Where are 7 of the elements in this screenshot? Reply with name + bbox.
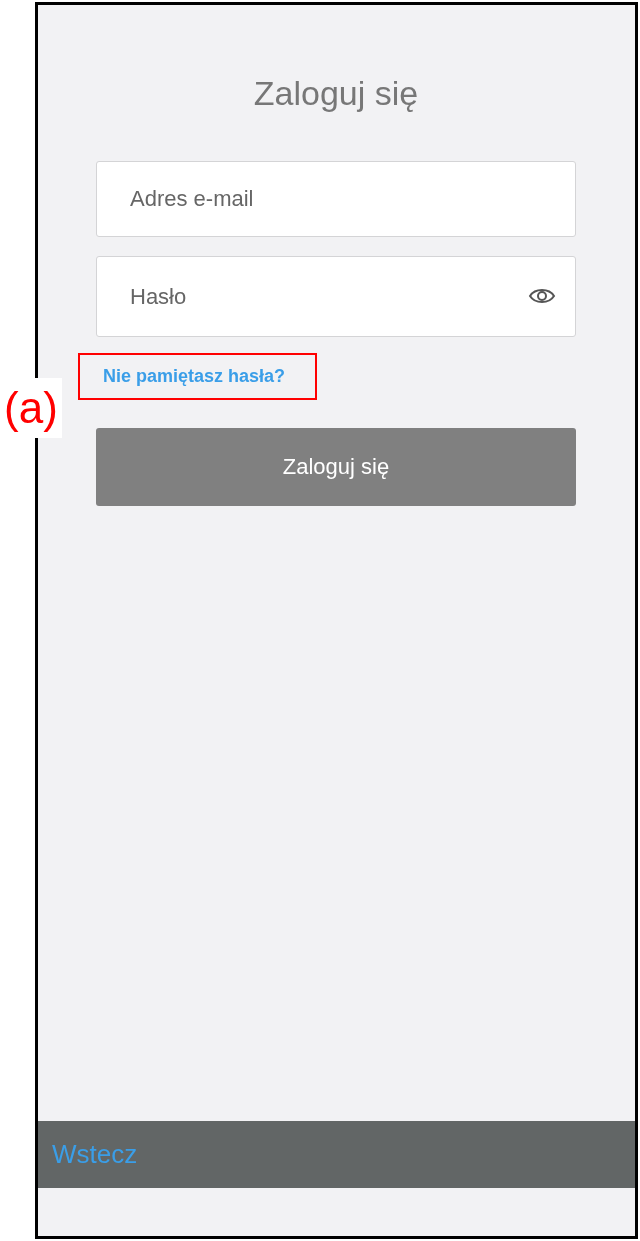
screen-title: Zaloguj się bbox=[252, 73, 420, 113]
forgot-password-link[interactable]: Nie pamiętasz hasła? bbox=[103, 366, 286, 387]
password-field[interactable]: Hasło bbox=[96, 256, 576, 337]
eye-icon[interactable] bbox=[528, 287, 556, 305]
login-button[interactable]: Zaloguj się bbox=[96, 428, 576, 506]
back-button[interactable]: Wstecz bbox=[38, 1139, 138, 1170]
email-field[interactable]: Adres e-mail bbox=[96, 161, 576, 237]
